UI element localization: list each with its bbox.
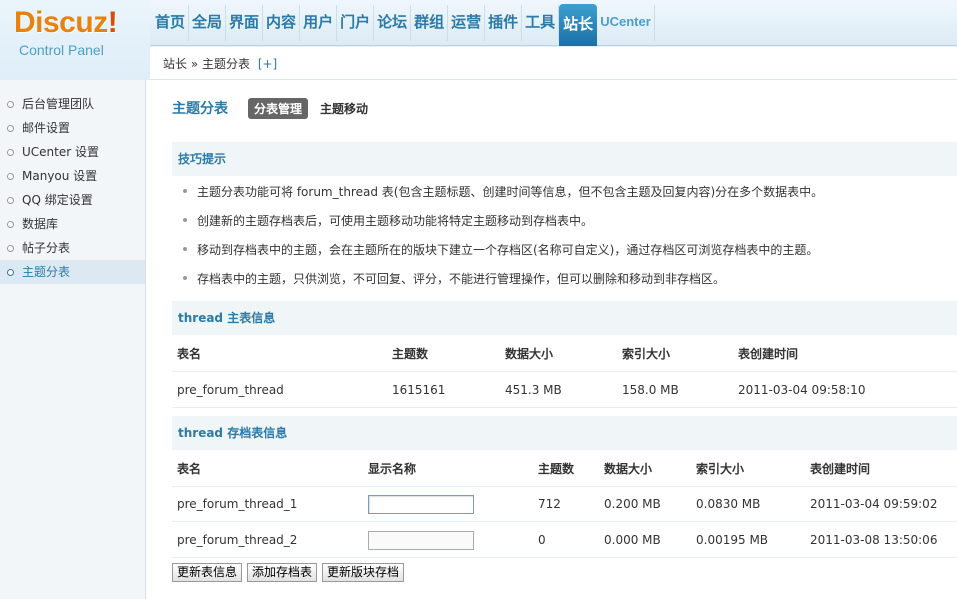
cell-table-name: pre_forum_thread_2	[177, 533, 298, 547]
cell-table-name: pre_forum_thread_1	[177, 497, 298, 511]
logo[interactable]: Discuz! Control Panel	[0, 0, 150, 80]
nav-groups[interactable]: 群组	[411, 5, 449, 41]
cell-thread-count: 712	[538, 497, 561, 511]
cell-index-size: 0.00195 MB	[696, 533, 769, 547]
nav-home[interactable]: 首页	[150, 5, 190, 41]
sidebar-item-qq-binding[interactable]: QQ 绑定设置	[0, 188, 145, 212]
breadcrumb: 站长 » 主题分表 [+]	[150, 47, 957, 80]
display-name-input[interactable]	[368, 531, 474, 550]
col-data-size: 数据大小	[604, 462, 653, 476]
sidebar: 后台管理团队 邮件设置 UCenter 设置 Manyou 设置 QQ 绑定设置…	[0, 80, 146, 599]
nav-webmaster[interactable]: 站长	[559, 4, 598, 46]
cell-created-time: 2011-03-04 09:58:10	[738, 383, 866, 397]
cell-index-size: 0.0830 MB	[696, 497, 761, 511]
cell-created-time: 2011-03-04 09:59:02	[810, 497, 938, 511]
sidebar-item-thread-split[interactable]: 主题分表	[0, 260, 145, 284]
action-buttons: 更新表信息 添加存档表 更新版块存档	[172, 563, 409, 582]
display-name-input[interactable]	[368, 495, 474, 514]
col-index-size: 索引大小	[622, 347, 671, 361]
breadcrumb-path: 站长 » 主题分表	[163, 57, 250, 71]
tip-item: 主题分表功能可将 forum_thread 表(包含主题标题、创建时间等信息，但…	[172, 180, 957, 209]
update-table-info-button[interactable]: 更新表信息	[172, 563, 243, 582]
nav-tools[interactable]: 工具	[522, 5, 560, 41]
nav-ucenter[interactable]: UCenter	[597, 5, 655, 41]
add-archive-table-button[interactable]: 添加存档表	[247, 563, 318, 582]
table-row: pre_forum_thread_1 712 0.200 MB 0.0830 M…	[172, 486, 957, 522]
header: Discuz! Control Panel 首页 全局 界面 内容 用户 门户 …	[0, 0, 957, 80]
cell-data-size: 0.000 MB	[604, 533, 661, 547]
col-index-size: 索引大小	[696, 462, 745, 476]
nav-forum[interactable]: 论坛	[374, 5, 412, 41]
col-created-time: 表创建时间	[738, 347, 799, 361]
tip-item: 存档表中的主题，只供浏览，不可回复、评分，不能进行管理操作，但可以删除和移动到非…	[172, 267, 957, 296]
sidebar-item-manyou-settings[interactable]: Manyou 设置	[0, 164, 145, 188]
tips-header: 技巧提示	[172, 142, 957, 176]
cell-table-name: pre_forum_thread	[177, 383, 284, 397]
sidebar-item-ucenter-settings[interactable]: UCenter 设置	[0, 140, 145, 164]
sidebar-item-admin-team[interactable]: 后台管理团队	[0, 92, 145, 116]
nav-portal[interactable]: 门户	[337, 5, 375, 41]
col-data-size: 数据大小	[505, 347, 554, 361]
top-nav: 首页 全局 界面 内容 用户 门户 论坛 群组 运营 插件 工具 站长 UCen…	[150, 0, 957, 46]
sidebar-item-post-split[interactable]: 帖子分表	[0, 236, 145, 260]
sidebar-item-database[interactable]: 数据库	[0, 212, 145, 236]
cell-thread-count: 0	[538, 533, 546, 547]
table-row: pre_forum_thread 1615161 451.3 MB 158.0 …	[172, 372, 957, 408]
logo-subtitle: Control Panel	[19, 42, 104, 58]
cell-thread-count: 1615161	[392, 383, 446, 397]
main-table-head-row: 表名 主题数 数据大小 索引大小 表创建时间	[172, 336, 957, 372]
nav-interface[interactable]: 界面	[226, 5, 264, 41]
add-shortcut-link[interactable]: [+]	[258, 57, 277, 71]
nav-users[interactable]: 用户	[300, 5, 338, 41]
cell-created-time: 2011-03-08 13:50:06	[810, 533, 938, 547]
col-created-time: 表创建时间	[810, 462, 871, 476]
col-table-name: 表名	[177, 462, 202, 476]
tab-thread-move[interactable]: 主题移动	[314, 98, 374, 119]
logo-title: Discuz!	[14, 6, 118, 39]
col-display-name: 显示名称	[368, 462, 417, 476]
page-title-row: 主题分表 分表管理 主题移动	[172, 97, 380, 119]
nav-global[interactable]: 全局	[189, 5, 227, 41]
update-forum-archive-button[interactable]: 更新版块存档	[322, 563, 405, 582]
tip-item: 移动到存档表中的主题，会在主题所在的版块下建立一个存档区(名称可自定义)，通过存…	[172, 238, 957, 267]
page-title: 主题分表	[172, 101, 228, 117]
col-table-name: 表名	[177, 347, 202, 361]
nav-operations[interactable]: 运营	[448, 5, 486, 41]
tab-split-management[interactable]: 分表管理	[248, 97, 309, 119]
cell-data-size: 451.3 MB	[505, 383, 562, 397]
nav-content[interactable]: 内容	[263, 5, 301, 41]
table-row: pre_forum_thread_2 0 0.000 MB 0.00195 MB…	[172, 522, 957, 558]
sidebar-item-mail-settings[interactable]: 邮件设置	[0, 116, 145, 140]
cell-index-size: 158.0 MB	[622, 383, 679, 397]
tip-item: 创建新的主题存档表后，可使用主题移动功能将特定主题移动到存档表中。	[172, 209, 957, 238]
nav-plugins[interactable]: 插件	[485, 5, 523, 41]
main-table-header: thread 主表信息	[172, 301, 957, 335]
cell-data-size: 0.200 MB	[604, 497, 661, 511]
tips-list: 主题分表功能可将 forum_thread 表(包含主题标题、创建时间等信息，但…	[172, 180, 957, 296]
col-thread-count: 主题数	[538, 462, 575, 476]
archive-table-head-row: 表名 显示名称 主题数 数据大小 索引大小 表创建时间	[172, 451, 957, 487]
archive-table-header: thread 存档表信息	[172, 416, 957, 450]
col-thread-count: 主题数	[392, 347, 429, 361]
